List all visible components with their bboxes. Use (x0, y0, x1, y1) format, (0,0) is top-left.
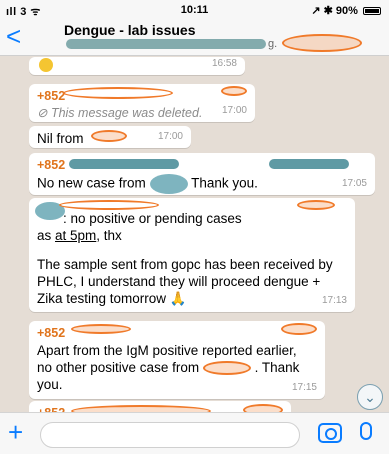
redaction-blob (69, 159, 179, 169)
redaction-scribble (91, 130, 127, 142)
status-bar: ıll 3 ᯤ 10:11 ↗ ✱ 90% (0, 0, 389, 20)
back-chevron-icon[interactable]: < (6, 22, 21, 50)
redaction-scribble (221, 86, 247, 96)
message-input-bar: + (0, 412, 389, 454)
camera-icon[interactable] (318, 423, 342, 443)
message-bubble[interactable]: +852 Apart from the IgM positive reporte… (29, 321, 325, 399)
chat-header: < Dengue - lab issues g. (0, 20, 389, 56)
chat-title[interactable]: Dengue - lab issues (64, 22, 195, 38)
message-text: Apart from the IgM positive reported ear… (37, 343, 300, 392)
redaction-scribble (281, 323, 317, 335)
message-text: No new case from Thank you. (37, 174, 367, 194)
time-link[interactable]: at 5pm (55, 228, 96, 243)
redaction-scribble (71, 324, 131, 334)
battery-indicator: ↗ ✱ 90% (311, 4, 381, 17)
participants-tail: g. (268, 38, 278, 50)
smiley-emoji-icon (39, 58, 53, 72)
participants-redaction (66, 39, 266, 49)
message-text: as at 5pm, thx (37, 228, 122, 243)
redaction-scribble (282, 34, 362, 52)
message-time: 17:00 (221, 105, 247, 116)
redaction-scribble (63, 87, 173, 99)
message-time: 17:13 (321, 295, 347, 306)
microphone-icon[interactable] (360, 422, 372, 440)
message-bubble[interactable]: : no positive or pending cases as at 5pm… (29, 198, 355, 312)
redaction-blob (149, 174, 188, 194)
redaction-scribble (202, 361, 251, 376)
redaction-scribble (59, 200, 159, 210)
battery-label: ↗ ✱ 90% (311, 5, 358, 17)
message-time: 17:00 (157, 131, 183, 142)
message-text: Nil from (37, 131, 84, 146)
message-bubble[interactable]: Nil from 17:00 (29, 126, 191, 148)
message-bubble[interactable]: +852 No new case from Thank you. 17:05 (29, 153, 375, 195)
redaction-scribble (297, 200, 335, 210)
message-time: 17:15 (291, 382, 317, 393)
scroll-down-button[interactable]: ⌄ (357, 384, 383, 410)
redaction-blob (269, 159, 349, 169)
plus-icon[interactable]: + (8, 417, 23, 447)
message-input[interactable] (40, 422, 300, 448)
battery-icon (363, 7, 381, 16)
message-bubble[interactable]: +852 ⊘ This message was deleted. 17:00 (29, 84, 255, 122)
deleted-message-text: ⊘ This message was deleted. (37, 106, 203, 120)
message-time: 17:05 (341, 178, 367, 189)
chat-messages[interactable]: 16:58 +852 ⊘ This message was deleted. 1… (0, 57, 389, 423)
message-bubble[interactable]: 16:58 (29, 57, 245, 75)
message-text: The sample sent from gopc has been recei… (37, 257, 333, 306)
message-time: 16:58 (211, 58, 237, 69)
